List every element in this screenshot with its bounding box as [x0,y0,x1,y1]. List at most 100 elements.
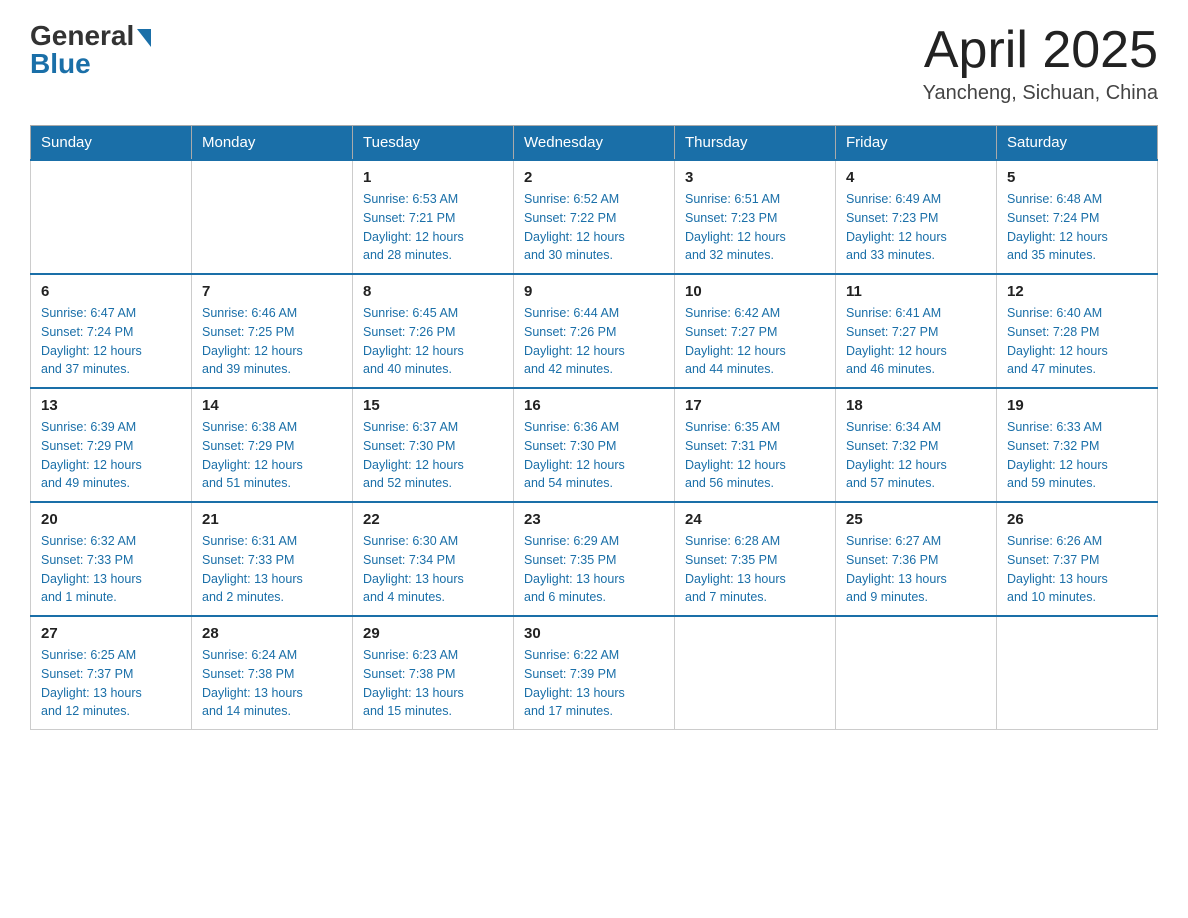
calendar-header-sunday: Sunday [31,126,192,161]
day-info: Sunrise: 6:44 AM Sunset: 7:26 PM Dayligh… [524,304,664,379]
calendar-cell: 9 Sunrise: 6:44 AM Sunset: 7:26 PM Daylig… [514,274,675,388]
day-info: Sunrise: 6:27 AM Sunset: 7:36 PM Dayligh… [846,532,986,607]
day-info: Sunrise: 6:24 AM Sunset: 7:38 PM Dayligh… [202,646,342,721]
day-info: Sunrise: 6:48 AM Sunset: 7:24 PM Dayligh… [1007,190,1147,265]
calendar-cell: 6 Sunrise: 6:47 AM Sunset: 7:24 PM Daylig… [31,274,192,388]
day-number: 24 [685,511,825,528]
calendar-table: SundayMondayTuesdayWednesdayThursdayFrid… [30,125,1158,730]
calendar-cell: 3Sunrise: 6:51 AM Sunset: 7:23 PM Daylig… [675,160,836,274]
calendar-cell: 15 Sunrise: 6:37 AM Sunset: 7:30 PM Dayli… [353,388,514,502]
calendar-header-wednesday: Wednesday [514,126,675,161]
calendar-cell: 13Sunrise: 6:39 AM Sunset: 7:29 PM Dayli… [31,388,192,502]
calendar-cell: 1Sunrise: 6:53 AM Sunset: 7:21 PM Daylig… [353,160,514,274]
calendar-location: Yancheng, Sichuan, China [923,82,1158,105]
calendar-cell [31,160,192,274]
day-info: Sunrise: 6:47 AM Sunset: 7:24 PM Dayligh… [41,304,181,379]
day-info: Sunrise: 6:52 AM Sunset: 7:22 PM Dayligh… [524,190,664,265]
day-info: Sunrise: 6:39 AM Sunset: 7:29 PM Dayligh… [41,418,181,493]
day-number: 15 [363,397,503,414]
calendar-cell: 21 Sunrise: 6:31 AM Sunset: 7:33 PM Dayli… [192,502,353,616]
day-info: Sunrise: 6:35 AM Sunset: 7:31 PM Dayligh… [685,418,825,493]
day-info: Sunrise: 6:29 AM Sunset: 7:35 PM Dayligh… [524,532,664,607]
day-info: Sunrise: 6:38 AM Sunset: 7:29 PM Dayligh… [202,418,342,493]
calendar-cell: 27 Sunrise: 6:25 AM Sunset: 7:37 PM Dayli… [31,616,192,730]
calendar-cell: 22Sunrise: 6:30 AM Sunset: 7:34 PM Dayli… [353,502,514,616]
calendar-cell: 4 Sunrise: 6:49 AM Sunset: 7:23 PM Daylig… [836,160,997,274]
calendar-title: April 2025 [923,20,1158,80]
calendar-cell [997,616,1158,730]
page-header: General Blue April 2025 Yancheng, Sichua… [30,20,1158,105]
calendar-cell [836,616,997,730]
day-number: 9 [524,283,664,300]
day-info: Sunrise: 6:51 AM Sunset: 7:23 PM Dayligh… [685,190,825,265]
calendar-cell: 18 Sunrise: 6:34 AM Sunset: 7:32 PM Dayli… [836,388,997,502]
calendar-cell: 11Sunrise: 6:41 AM Sunset: 7:27 PM Dayli… [836,274,997,388]
day-number: 20 [41,511,181,528]
day-info: Sunrise: 6:26 AM Sunset: 7:37 PM Dayligh… [1007,532,1147,607]
day-info: Sunrise: 6:22 AM Sunset: 7:39 PM Dayligh… [524,646,664,721]
day-info: Sunrise: 6:33 AM Sunset: 7:32 PM Dayligh… [1007,418,1147,493]
calendar-cell: 14Sunrise: 6:38 AM Sunset: 7:29 PM Dayli… [192,388,353,502]
day-number: 12 [1007,283,1147,300]
day-number: 28 [202,625,342,642]
calendar-week-3: 13Sunrise: 6:39 AM Sunset: 7:29 PM Dayli… [31,388,1158,502]
day-info: Sunrise: 6:25 AM Sunset: 7:37 PM Dayligh… [41,646,181,721]
day-number: 8 [363,283,503,300]
calendar-cell [192,160,353,274]
logo: General Blue [30,20,151,80]
calendar-header-monday: Monday [192,126,353,161]
day-info: Sunrise: 6:28 AM Sunset: 7:35 PM Dayligh… [685,532,825,607]
calendar-cell: 29Sunrise: 6:23 AM Sunset: 7:38 PM Dayli… [353,616,514,730]
calendar-cell: 26 Sunrise: 6:26 AM Sunset: 7:37 PM Dayli… [997,502,1158,616]
calendar-cell: 25 Sunrise: 6:27 AM Sunset: 7:36 PM Dayli… [836,502,997,616]
day-info: Sunrise: 6:36 AM Sunset: 7:30 PM Dayligh… [524,418,664,493]
title-section: April 2025 Yancheng, Sichuan, China [923,20,1158,105]
day-info: Sunrise: 6:32 AM Sunset: 7:33 PM Dayligh… [41,532,181,607]
calendar-cell: 30 Sunrise: 6:22 AM Sunset: 7:39 PM Dayli… [514,616,675,730]
day-number: 10 [685,283,825,300]
calendar-cell: 24 Sunrise: 6:28 AM Sunset: 7:35 PM Dayli… [675,502,836,616]
day-number: 18 [846,397,986,414]
day-info: Sunrise: 6:31 AM Sunset: 7:33 PM Dayligh… [202,532,342,607]
calendar-cell: 28 Sunrise: 6:24 AM Sunset: 7:38 PM Dayli… [192,616,353,730]
calendar-header-tuesday: Tuesday [353,126,514,161]
calendar-week-4: 20 Sunrise: 6:32 AM Sunset: 7:33 PM Dayli… [31,502,1158,616]
calendar-cell: 7Sunrise: 6:46 AM Sunset: 7:25 PM Daylig… [192,274,353,388]
calendar-header-row: SundayMondayTuesdayWednesdayThursdayFrid… [31,126,1158,161]
day-info: Sunrise: 6:45 AM Sunset: 7:26 PM Dayligh… [363,304,503,379]
calendar-cell: 2Sunrise: 6:52 AM Sunset: 7:22 PM Daylig… [514,160,675,274]
day-number: 19 [1007,397,1147,414]
day-number: 30 [524,625,664,642]
day-info: Sunrise: 6:23 AM Sunset: 7:38 PM Dayligh… [363,646,503,721]
day-number: 7 [202,283,342,300]
logo-blue-text: Blue [30,48,91,80]
calendar-header-saturday: Saturday [997,126,1158,161]
day-info: Sunrise: 6:42 AM Sunset: 7:27 PM Dayligh… [685,304,825,379]
day-info: Sunrise: 6:53 AM Sunset: 7:21 PM Dayligh… [363,190,503,265]
day-number: 25 [846,511,986,528]
calendar-cell: 12 Sunrise: 6:40 AM Sunset: 7:28 PM Dayli… [997,274,1158,388]
day-number: 11 [846,283,986,300]
calendar-cell: 23 Sunrise: 6:29 AM Sunset: 7:35 PM Dayli… [514,502,675,616]
calendar-header-thursday: Thursday [675,126,836,161]
calendar-week-2: 6 Sunrise: 6:47 AM Sunset: 7:24 PM Daylig… [31,274,1158,388]
day-info: Sunrise: 6:37 AM Sunset: 7:30 PM Dayligh… [363,418,503,493]
calendar-cell: 5 Sunrise: 6:48 AM Sunset: 7:24 PM Daylig… [997,160,1158,274]
calendar-header-friday: Friday [836,126,997,161]
day-number: 23 [524,511,664,528]
day-number: 16 [524,397,664,414]
day-number: 26 [1007,511,1147,528]
day-number: 4 [846,169,986,186]
calendar-cell: 8 Sunrise: 6:45 AM Sunset: 7:26 PM Daylig… [353,274,514,388]
day-number: 5 [1007,169,1147,186]
day-number: 21 [202,511,342,528]
calendar-cell: 10 Sunrise: 6:42 AM Sunset: 7:27 PM Dayli… [675,274,836,388]
calendar-cell: 20 Sunrise: 6:32 AM Sunset: 7:33 PM Dayli… [31,502,192,616]
day-info: Sunrise: 6:49 AM Sunset: 7:23 PM Dayligh… [846,190,986,265]
day-number: 17 [685,397,825,414]
day-info: Sunrise: 6:34 AM Sunset: 7:32 PM Dayligh… [846,418,986,493]
logo-triangle-icon [137,29,151,47]
day-number: 6 [41,283,181,300]
day-number: 27 [41,625,181,642]
day-info: Sunrise: 6:40 AM Sunset: 7:28 PM Dayligh… [1007,304,1147,379]
